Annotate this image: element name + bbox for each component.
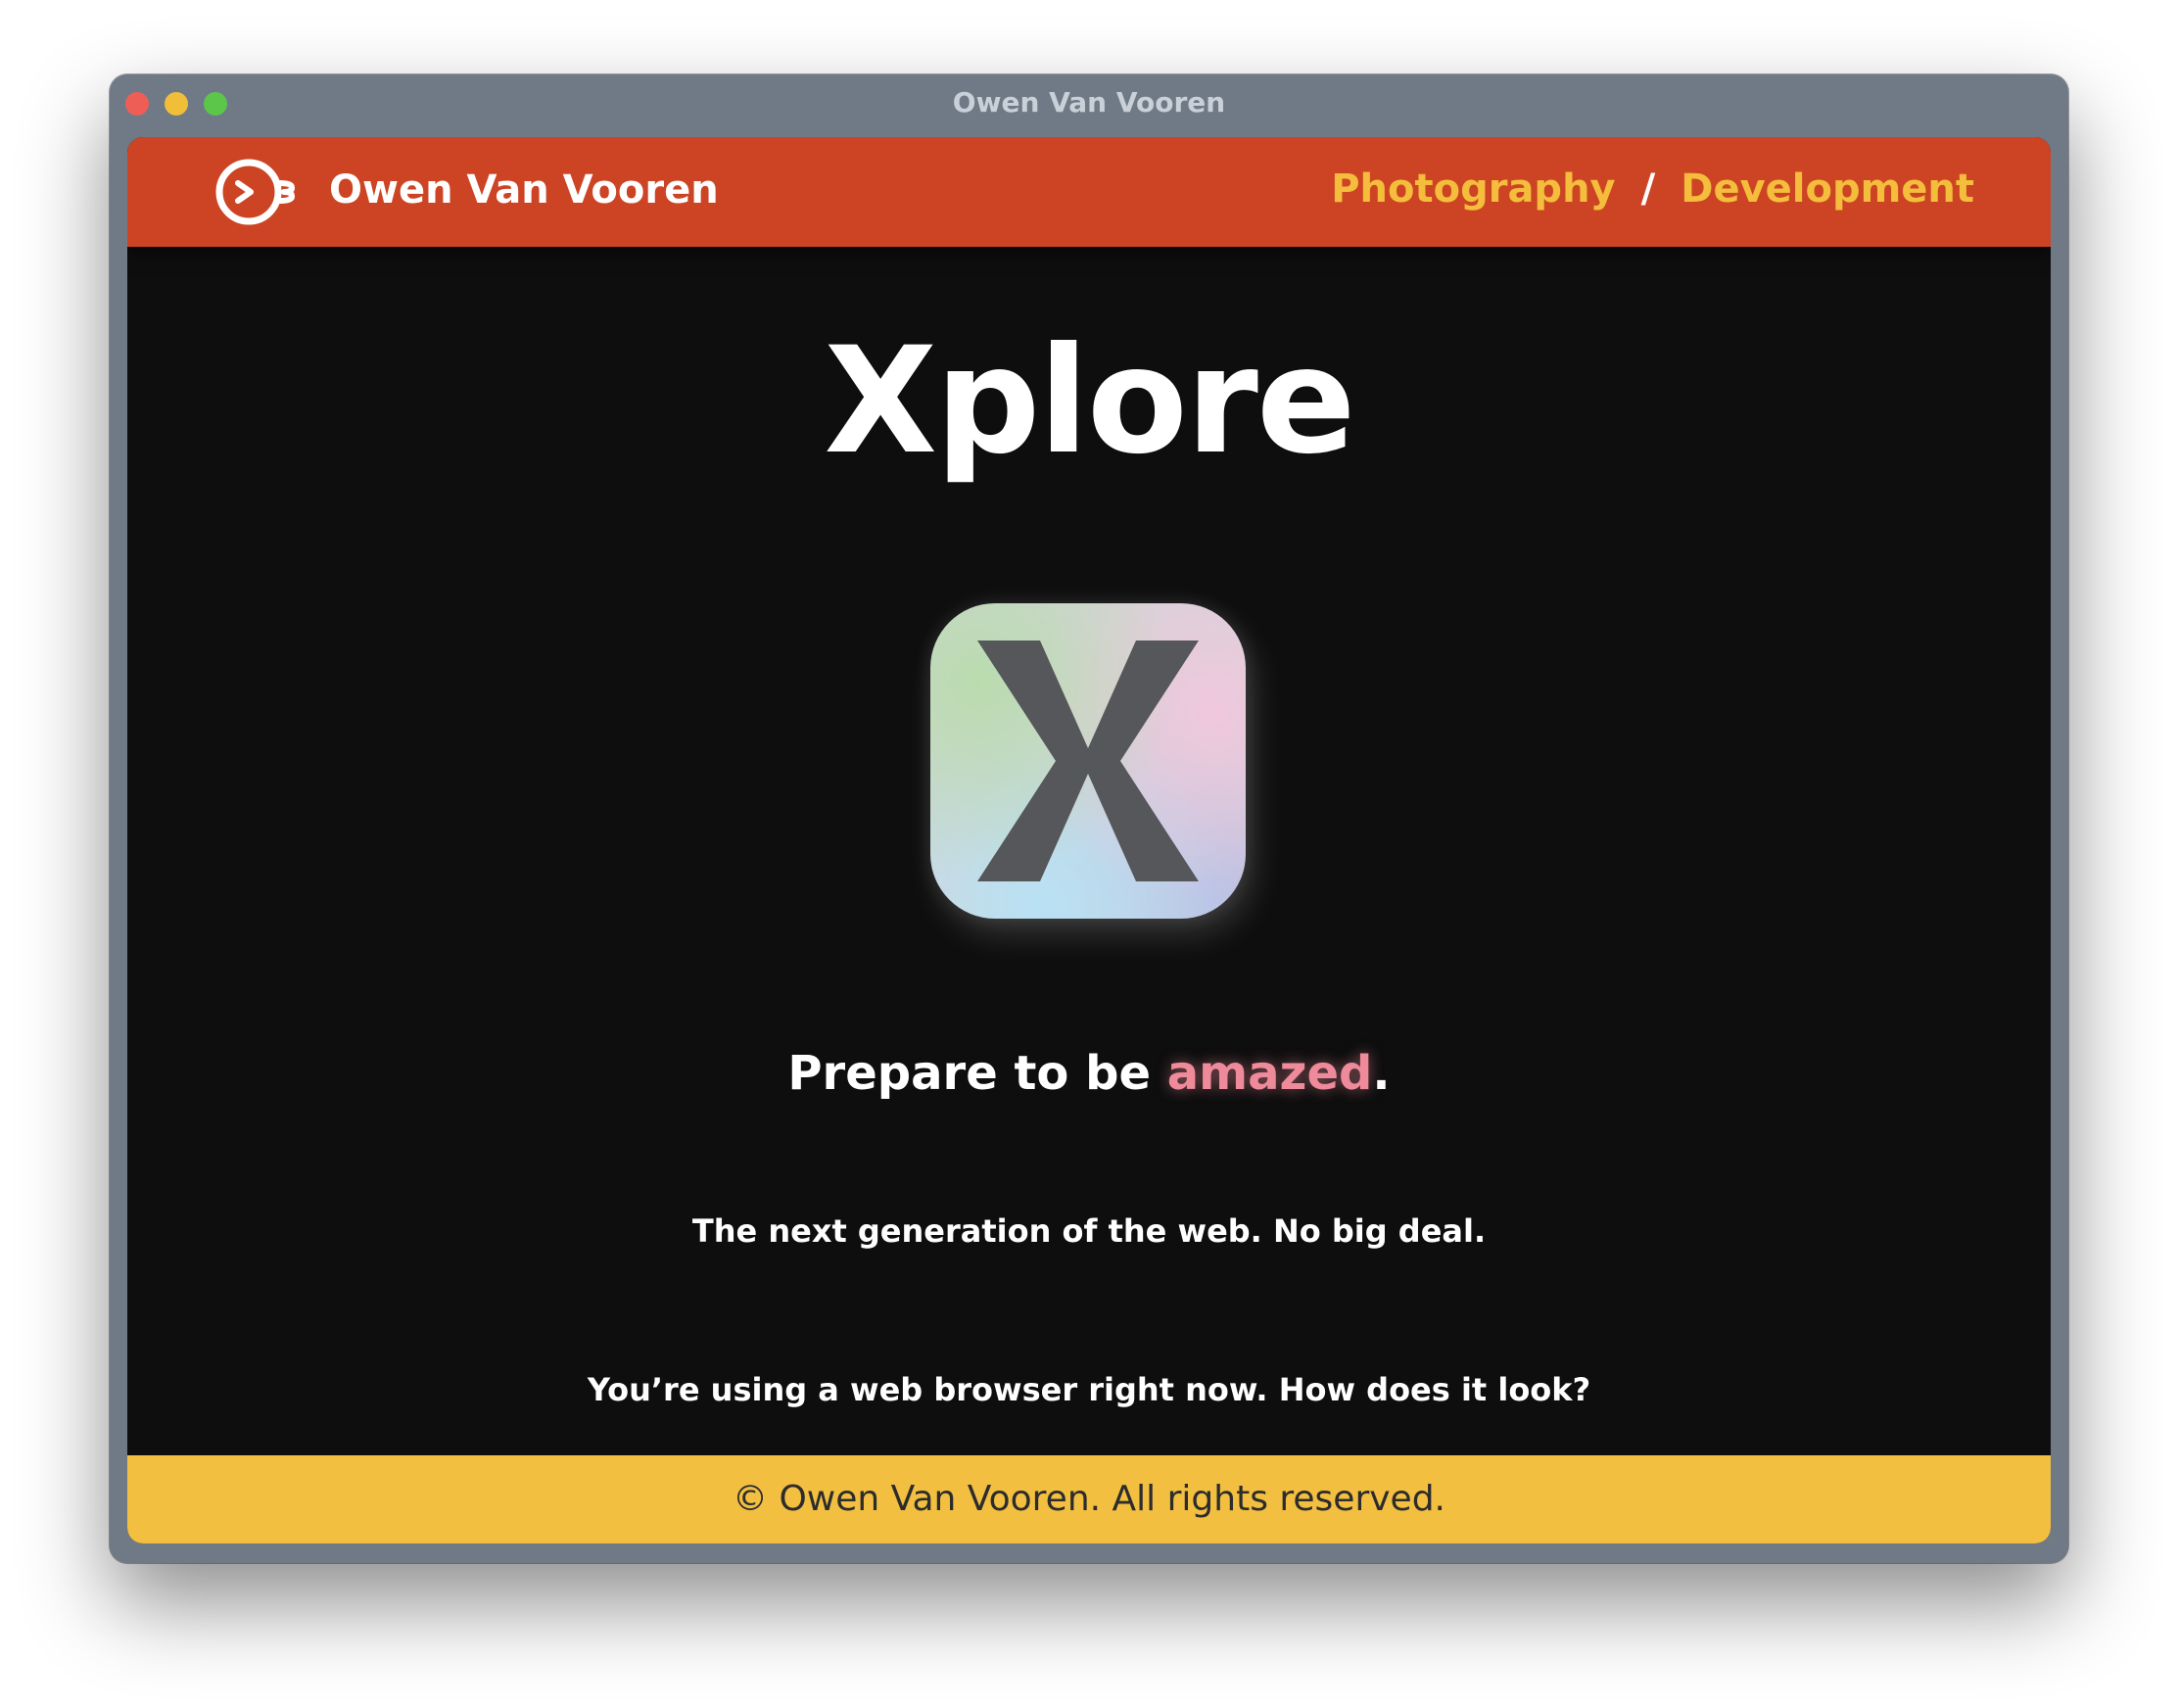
description-line-1: The next generation of the web. No big d…: [691, 1212, 1487, 1250]
nav-link-photography[interactable]: Photography: [1331, 166, 1615, 212]
site-brand-link[interactable]: Owen Van Vooren: [329, 167, 719, 213]
page-viewport: Owen Van Vooren Photography / Development …: [127, 137, 2051, 1543]
window-title: Owen Van Vooren: [952, 86, 1226, 119]
nav-separator: /: [1640, 166, 1656, 212]
site-footer: © Owen Van Vooren. All rights reserved.: [127, 1455, 2051, 1543]
tagline-suffix: .: [1372, 1046, 1391, 1101]
page-title: Xplore: [824, 316, 1355, 487]
site-logo-icon[interactable]: [213, 155, 304, 229]
nav-link-development[interactable]: Development: [1681, 166, 1974, 212]
tagline-accent-word: amazed: [1166, 1046, 1373, 1101]
xplore-app-icon: [930, 603, 1246, 919]
main-nav: Photography / Development: [1331, 166, 1974, 212]
browser-window: Owen Van Vooren Owen Van Vooren Photogra…: [110, 74, 2068, 1563]
copyright-text: © Owen Van Vooren. All rights reserved.: [733, 1479, 1445, 1519]
title-bar[interactable]: Owen Van Vooren: [110, 74, 2068, 137]
x-glyph-icon: [977, 640, 1199, 881]
tagline: Prepare to be amazed.: [127, 1046, 2051, 1101]
description-line-2: You’re using a web browser right now. Ho…: [587, 1371, 1591, 1408]
tagline-prefix: Prepare to be: [787, 1046, 1167, 1101]
site-header: Owen Van Vooren Photography / Development: [127, 137, 2051, 247]
